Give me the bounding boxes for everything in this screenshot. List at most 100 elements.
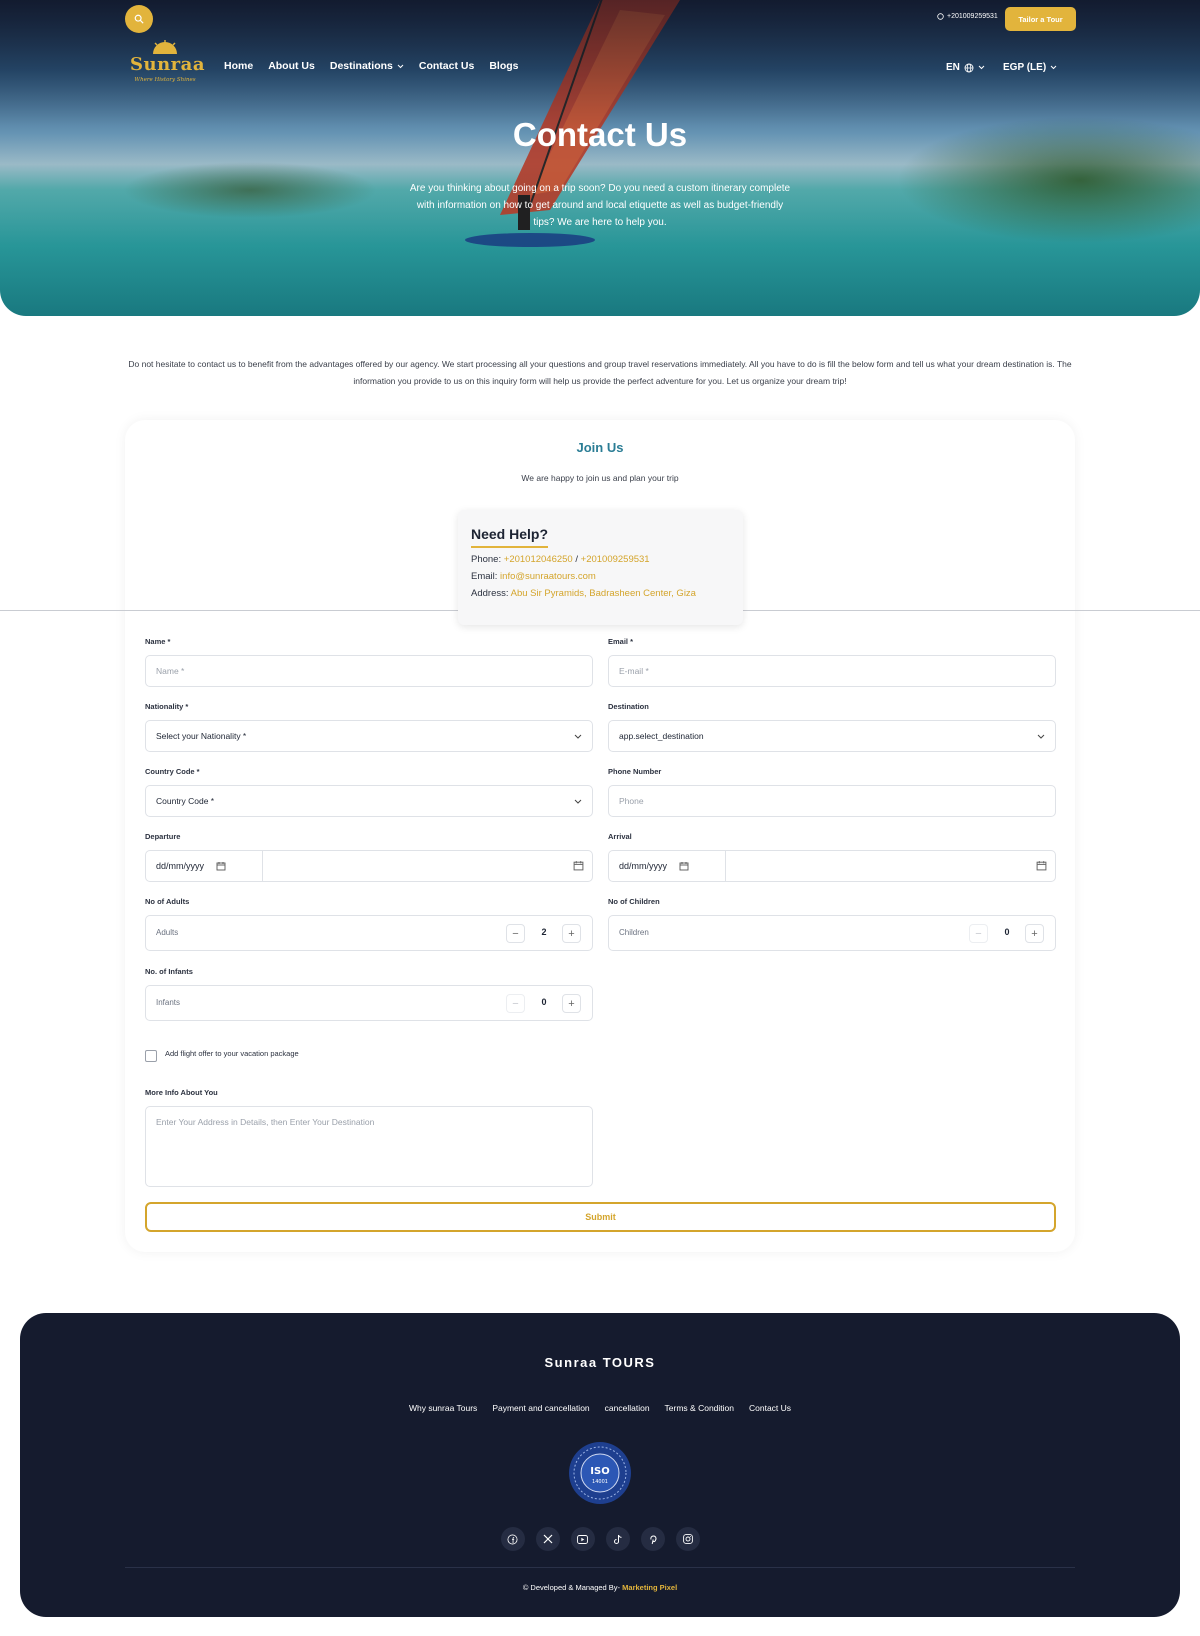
nav-home[interactable]: Home bbox=[224, 60, 253, 72]
page-title: Contact Us bbox=[512, 116, 688, 153]
tiktok-icon bbox=[613, 1534, 622, 1544]
arrival-date-input[interactable]: dd/mm/yyyy bbox=[609, 851, 726, 881]
pinterest-icon bbox=[649, 1534, 657, 1544]
header-phone-number: +201009259531 bbox=[947, 13, 998, 20]
submit-button[interactable]: Submit bbox=[145, 1202, 1056, 1232]
facebook-link[interactable] bbox=[500, 1527, 525, 1551]
adults-stepper: Adults − 2 + bbox=[145, 915, 593, 951]
name-label: Name * bbox=[145, 637, 171, 646]
nationality-label: Nationality * bbox=[145, 702, 189, 711]
adults-inner-label: Adults bbox=[156, 928, 179, 937]
site-logo[interactable]: Sunraa Where History Shines bbox=[130, 40, 204, 96]
nav-blogs[interactable]: Blogs bbox=[489, 60, 518, 72]
arrival-date-placeholder: dd/mm/yyyy bbox=[619, 861, 668, 871]
nationality-select[interactable]: Select your Nationality * bbox=[145, 720, 593, 752]
nav-about-us[interactable]: About Us bbox=[268, 60, 315, 72]
help-address-line: Address: Abu Sir Pyramids, Badrasheen Ce… bbox=[471, 588, 730, 599]
join-us-heading: Join Us bbox=[576, 440, 624, 455]
more-info-textarea[interactable]: Enter Your Address in Details, then Ente… bbox=[145, 1106, 593, 1187]
infants-decrement-button[interactable]: − bbox=[506, 994, 525, 1013]
join-us-subtitle: We are happy to join us and plan your tr… bbox=[521, 473, 679, 483]
phone-number-field[interactable]: Phone bbox=[608, 785, 1056, 817]
chevron-down-icon bbox=[397, 64, 404, 68]
whatsapp-icon bbox=[937, 13, 944, 20]
name-field[interactable]: Name * bbox=[145, 655, 593, 687]
need-help-box: Need Help? Phone: +201012046250 / +20100… bbox=[458, 510, 743, 625]
chevron-down-icon bbox=[1037, 734, 1045, 739]
search-button[interactable] bbox=[125, 5, 153, 33]
footer-link-contact[interactable]: Contact Us bbox=[749, 1403, 791, 1413]
children-value: 0 bbox=[1004, 927, 1010, 937]
footer-divider bbox=[125, 1567, 1075, 1568]
chevron-down-icon bbox=[1050, 65, 1057, 70]
nav-contact-us[interactable]: Contact Us bbox=[419, 60, 474, 72]
calendar-icon[interactable] bbox=[573, 860, 584, 871]
arrival-date-field[interactable]: dd/mm/yyyy bbox=[608, 850, 1056, 882]
help-phone-separator: / bbox=[575, 554, 578, 565]
help-email-label: Email: bbox=[471, 571, 498, 582]
departure-date-field[interactable]: dd/mm/yyyy bbox=[145, 850, 593, 882]
help-phone-link-2[interactable]: +201009259531 bbox=[581, 554, 650, 565]
language-selector[interactable]: EN bbox=[946, 62, 985, 73]
help-address-link[interactable]: Abu Sir Pyramids, Badrasheen Center, Giz… bbox=[511, 588, 696, 599]
help-phone-line: Phone: +201012046250 / +201009259531 bbox=[471, 554, 730, 565]
header-phone-link[interactable]: +201009259531 bbox=[937, 13, 998, 20]
youtube-icon bbox=[577, 1534, 588, 1544]
social-links bbox=[0, 1527, 1200, 1551]
infants-increment-button[interactable]: + bbox=[562, 994, 581, 1013]
nav-destinations[interactable]: Destinations bbox=[330, 60, 404, 72]
children-label: No of Children bbox=[608, 897, 660, 906]
youtube-link[interactable] bbox=[570, 1527, 595, 1551]
children-stepper: Children − 0 + bbox=[608, 915, 1056, 951]
footer-link-terms[interactable]: Terms & Condition bbox=[665, 1403, 734, 1413]
calendar-icon bbox=[216, 862, 226, 871]
departure-date-input[interactable]: dd/mm/yyyy bbox=[146, 851, 263, 881]
pinterest-link[interactable] bbox=[640, 1527, 665, 1551]
destination-selected-value: app.select_destination bbox=[619, 731, 704, 741]
sun-icon bbox=[153, 40, 177, 54]
infants-inner-label: Infants bbox=[156, 998, 181, 1007]
nav-destinations-label: Destinations bbox=[329, 60, 393, 72]
adults-label: No of Adults bbox=[145, 897, 190, 906]
footer-link-cancellation[interactable]: cancellation bbox=[605, 1403, 650, 1413]
copyright-line: © Developed & Managed By- Marketing Pixe… bbox=[0, 1583, 1200, 1592]
flight-offer-checkbox[interactable] bbox=[145, 1050, 157, 1062]
help-phone-link-1[interactable]: +201012046250 bbox=[504, 554, 573, 565]
email-field[interactable]: E-mail * bbox=[608, 655, 1056, 687]
footer-link-why-sunraa[interactable]: Why sunraa Tours bbox=[409, 1403, 477, 1413]
intro-paragraph: Do not hesitate to contact us to benefit… bbox=[128, 359, 1072, 386]
infants-stepper: Infants − 0 + bbox=[145, 985, 593, 1021]
footer-link-payment[interactable]: Payment and cancellation bbox=[492, 1403, 589, 1413]
tailor-a-tour-button[interactable]: Tailor a Tour bbox=[1005, 7, 1076, 31]
adults-increment-button[interactable]: + bbox=[562, 924, 581, 943]
adults-decrement-button[interactable]: − bbox=[506, 924, 525, 943]
children-decrement-button[interactable]: − bbox=[969, 924, 988, 943]
adults-value: 2 bbox=[541, 927, 547, 937]
hero-description: Are you thinking about going on a trip s… bbox=[409, 183, 791, 228]
iso-certification-badge: ISO 14001 bbox=[569, 1442, 631, 1504]
country-code-selected-value: Country Code * bbox=[156, 796, 215, 806]
developer-link[interactable]: Marketing Pixel bbox=[622, 1583, 677, 1592]
iso-text: ISO bbox=[590, 1466, 609, 1477]
infants-label: No. of Infants bbox=[145, 967, 193, 976]
help-email-link[interactable]: info@sunraatours.com bbox=[500, 571, 596, 582]
currency-selector[interactable]: EGP (LE) bbox=[1003, 62, 1057, 73]
country-code-select[interactable]: Country Code * bbox=[145, 785, 593, 817]
help-address-label: Address: bbox=[471, 588, 509, 599]
copyright-prefix: © Developed & Managed By- bbox=[522, 1583, 621, 1592]
destination-select[interactable]: app.select_destination bbox=[608, 720, 1056, 752]
chevron-down-icon bbox=[574, 799, 582, 804]
arrival-label: Arrival bbox=[608, 832, 632, 841]
instagram-link[interactable] bbox=[675, 1527, 700, 1551]
help-phone-label: Phone: bbox=[471, 554, 502, 565]
flight-offer-label[interactable]: Add flight offer to your vacation packag… bbox=[165, 1049, 299, 1058]
footer-links: Why sunraa Tours Payment and cancellatio… bbox=[0, 1403, 1200, 1413]
destination-label: Destination bbox=[608, 702, 649, 711]
instagram-icon bbox=[682, 1534, 693, 1544]
children-increment-button[interactable]: + bbox=[1025, 924, 1044, 943]
x-link[interactable] bbox=[535, 1527, 560, 1551]
facebook-icon bbox=[507, 1534, 518, 1544]
infants-value: 0 bbox=[541, 997, 547, 1007]
calendar-icon[interactable] bbox=[1036, 860, 1047, 871]
tiktok-link[interactable] bbox=[605, 1527, 630, 1551]
